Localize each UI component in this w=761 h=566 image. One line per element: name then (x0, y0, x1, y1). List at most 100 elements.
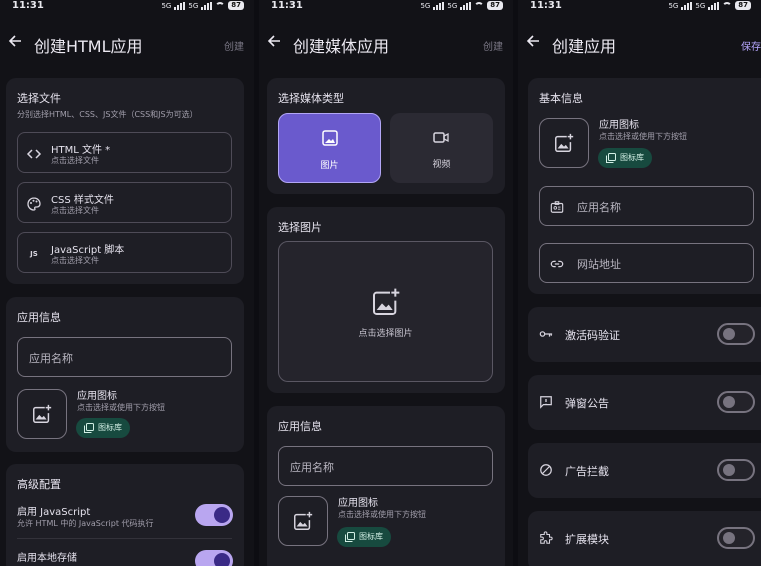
app-icon-picker[interactable] (278, 496, 328, 546)
app-icon-picker[interactable] (17, 389, 67, 439)
wifi-icon (215, 1, 226, 10)
image-icon (322, 130, 338, 146)
status-bar: 11:31 5G 5G 87 (0, 0, 254, 14)
status-icons: 5G 5G 87 (668, 1, 751, 10)
extension-label: 扩展模块 (565, 533, 609, 546)
app-name-label: 应用名称 (290, 461, 334, 474)
app-name-field[interactable]: 应用名称 (17, 337, 232, 377)
app-name-field[interactable]: 应用名称 (278, 446, 493, 486)
network-label: 5G (420, 1, 431, 10)
block-icon (540, 464, 552, 476)
css-file-title: CSS 样式文件 (51, 195, 114, 206)
page-title: 创建媒体应用 (293, 37, 390, 56)
image-library-icon (345, 532, 355, 542)
toggle-row-activation: 激活码验证 (528, 307, 761, 362)
image-label: 图片 (320, 161, 339, 171)
media-type-image-button[interactable]: 图片 (278, 113, 381, 183)
key-icon (539, 331, 553, 337)
page-title: 创建HTML应用 (34, 37, 143, 56)
select-files-hint: 分别选择HTML、CSS、JS文件（CSS和JS为可选） (17, 110, 198, 119)
app-bar: 创建HTML应用 创建 (0, 24, 254, 64)
create-button[interactable]: 创建 (224, 38, 244, 53)
app-bar: 创建应用 保存 (518, 24, 761, 64)
app-icon-title: 应用图标 (599, 120, 639, 131)
signal-icon (433, 1, 445, 10)
status-bar: 11:31 5G 5G 87 (259, 0, 513, 14)
signal-icon-2 (708, 1, 720, 10)
status-icons: 5G 5G 87 (420, 1, 503, 10)
basic-info-card: 基本信息 应用图标 点击选择或使用下方按钮 图标库 应用名称 网站地址 (528, 78, 761, 294)
app-icon-sub: 点击选择或使用下方按钮 (338, 510, 426, 519)
app-info-card: 应用信息 应用名称 应用图标 点击选择或使用下方按钮 图标库 (267, 406, 505, 566)
signal-icon-2 (201, 1, 213, 10)
js-icon: JS (30, 250, 38, 258)
media-type-video-button[interactable]: 视频 (390, 113, 493, 183)
page-title: 创建应用 (552, 37, 617, 56)
select-files-card: 选择文件 分别选择HTML、CSS、JS文件（CSS和JS为可选） HTML 文… (6, 78, 244, 284)
activation-toggle[interactable] (717, 323, 755, 345)
app-name-label: 应用名称 (29, 352, 73, 365)
website-url-label: 网站地址 (577, 258, 621, 271)
basic-info-heading: 基本信息 (539, 92, 583, 105)
js-file-sub: 点击选择文件 (51, 256, 99, 265)
add-photo-icon (373, 288, 400, 315)
html-file-picker[interactable]: HTML 文件 * 点击选择文件 (17, 132, 232, 173)
media-type-card: 选择媒体类型 图片 视频 (267, 78, 505, 194)
back-arrow-icon[interactable] (267, 34, 281, 48)
icon-library-label: 图标库 (98, 423, 122, 432)
save-button[interactable]: 保存 (741, 38, 761, 53)
app-info-heading: 应用信息 (278, 420, 322, 433)
js-toggle-title: 启用 JavaScript (17, 507, 91, 518)
app-icon-title: 应用图标 (338, 498, 378, 509)
battery-icon: 87 (735, 1, 751, 10)
palette-icon (26, 196, 42, 212)
app-icon-sub: 点击选择或使用下方按钮 (599, 132, 687, 141)
image-library-icon (606, 153, 616, 163)
back-arrow-icon[interactable] (8, 34, 22, 48)
app-icon-title: 应用图标 (77, 391, 117, 402)
toggle-row-adblock: 广告拦截 (528, 443, 761, 498)
select-image-heading: 选择图片 (278, 221, 322, 234)
website-url-field[interactable]: 网站地址 (539, 243, 754, 283)
badge-icon (550, 201, 564, 213)
wifi-icon (474, 1, 485, 10)
icon-library-button[interactable]: 图标库 (337, 527, 391, 547)
js-file-title: JavaScript 脚本 (51, 245, 125, 256)
media-type-heading: 选择媒体类型 (278, 92, 344, 105)
icon-library-button[interactable]: 图标库 (598, 148, 652, 168)
signal-icon (174, 1, 186, 10)
js-toggle-sub: 允许 HTML 中的 JavaScript 代码执行 (17, 519, 154, 528)
extension-icon (540, 531, 553, 544)
adblock-label: 广告拦截 (565, 465, 609, 478)
select-image-card: 选择图片 点击选择图片 (267, 207, 505, 393)
back-arrow-icon[interactable] (526, 34, 540, 48)
screen-create-app: 11:31 5G 5G 87 创建应用 保存 基本信息 应用图标 点击选择或使用… (518, 0, 761, 566)
css-file-picker[interactable]: CSS 样式文件 点击选择文件 (17, 182, 232, 223)
announcement-label: 弹窗公告 (565, 397, 609, 410)
network-label-2: 5G (188, 1, 199, 10)
create-button[interactable]: 创建 (483, 38, 503, 53)
status-time: 11:31 (530, 0, 562, 11)
add-photo-icon (33, 404, 52, 423)
wifi-icon (722, 1, 733, 10)
extension-toggle[interactable] (717, 527, 755, 549)
image-drop-area[interactable]: 点击选择图片 (278, 241, 493, 382)
signal-icon (681, 1, 693, 10)
screen-create-html-app: 11:31 5G 5G 87 创建HTML应用 创建 选择文件 分别选择HTML… (0, 0, 254, 566)
signal-icon-2 (460, 1, 472, 10)
js-file-picker[interactable]: JS JavaScript 脚本 点击选择文件 (17, 232, 232, 273)
add-photo-icon (555, 133, 574, 152)
storage-toggle[interactable] (195, 550, 233, 566)
image-library-icon (84, 423, 94, 433)
js-toggle[interactable] (195, 504, 233, 526)
toggle-row-announcement: 弹窗公告 (528, 375, 761, 430)
battery-icon: 87 (487, 1, 503, 10)
battery-icon: 87 (228, 1, 244, 10)
app-name-field[interactable]: 应用名称 (539, 186, 754, 226)
icon-library-label: 图标库 (359, 532, 383, 541)
announcement-toggle[interactable] (717, 391, 755, 413)
adblock-toggle[interactable] (717, 459, 755, 481)
icon-library-button[interactable]: 图标库 (76, 418, 130, 438)
app-icon-picker[interactable] (539, 118, 589, 168)
advanced-heading: 高级配置 (17, 478, 61, 491)
